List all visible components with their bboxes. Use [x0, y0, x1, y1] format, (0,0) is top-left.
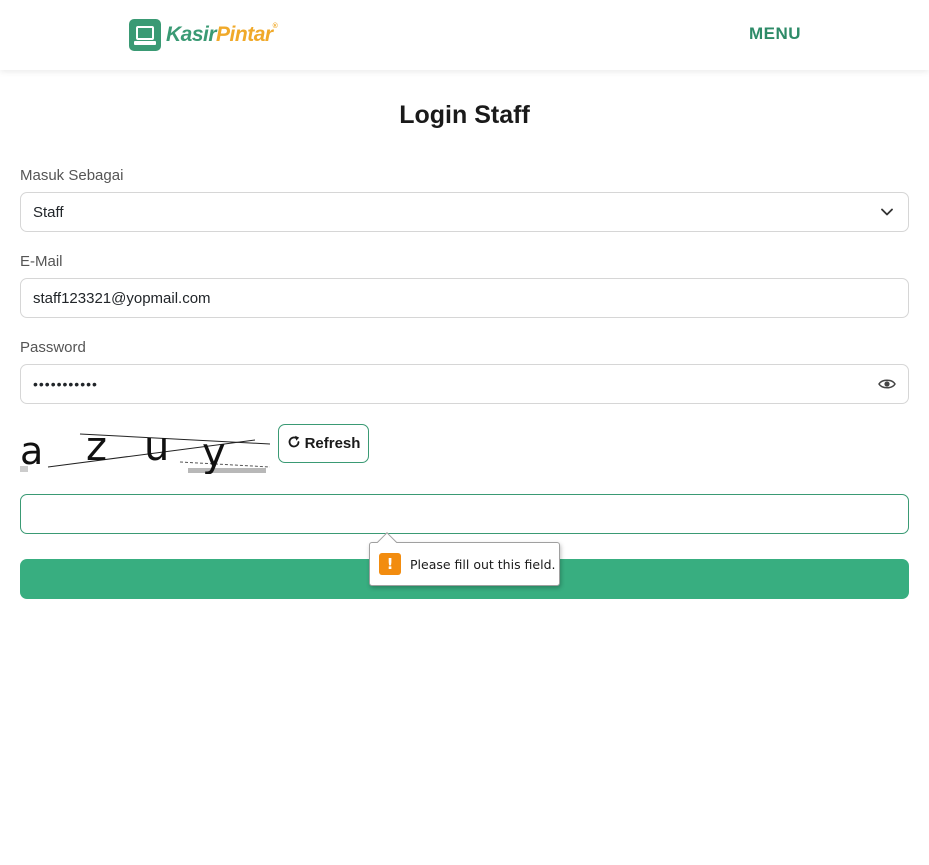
eye-icon[interactable] — [878, 377, 896, 395]
captcha-refresh-button[interactable]: Refresh — [278, 424, 369, 463]
brand-name: KasirPintar® — [166, 23, 278, 47]
kasirpintar-logo[interactable]: KasirPintar® — [129, 19, 278, 51]
refresh-label: Refresh — [304, 435, 361, 452]
brand-name-pintar: Pintar — [216, 23, 273, 46]
chevron-down-icon — [880, 205, 894, 223]
password-field[interactable]: ••••••••••• — [20, 364, 909, 404]
role-label: Masuk Sebagai — [20, 167, 124, 184]
refresh-icon — [287, 435, 305, 453]
email-value: staff123321@yopmail.com — [33, 289, 211, 307]
registered-mark: ® — [272, 23, 278, 30]
validation-tooltip: ! Please fill out this field. — [369, 532, 560, 586]
warning-icon: ! — [379, 553, 401, 575]
captcha-image: a z u y — [20, 422, 271, 476]
role-select[interactable]: Staff — [20, 192, 909, 232]
email-field[interactable]: staff123321@yopmail.com — [20, 278, 909, 318]
cash-register-icon — [129, 19, 161, 51]
role-select-value: Staff — [33, 203, 64, 221]
menu-button[interactable]: MENU — [749, 24, 801, 44]
svg-text:a: a — [20, 429, 43, 473]
svg-text:z: z — [86, 424, 107, 470]
captcha-input[interactable] — [20, 494, 909, 534]
password-value: ••••••••••• — [33, 376, 98, 392]
svg-text:y: y — [202, 430, 226, 474]
page-title: Login Staff — [399, 101, 530, 129]
password-label: Password — [20, 339, 86, 356]
navbar: KasirPintar® MENU — [0, 0, 929, 70]
validation-message: Please fill out this field. — [410, 556, 556, 572]
email-label: E-Mail — [20, 253, 63, 270]
svg-text:u: u — [144, 424, 169, 470]
brand-name-kasir: Kasir — [166, 23, 217, 46]
